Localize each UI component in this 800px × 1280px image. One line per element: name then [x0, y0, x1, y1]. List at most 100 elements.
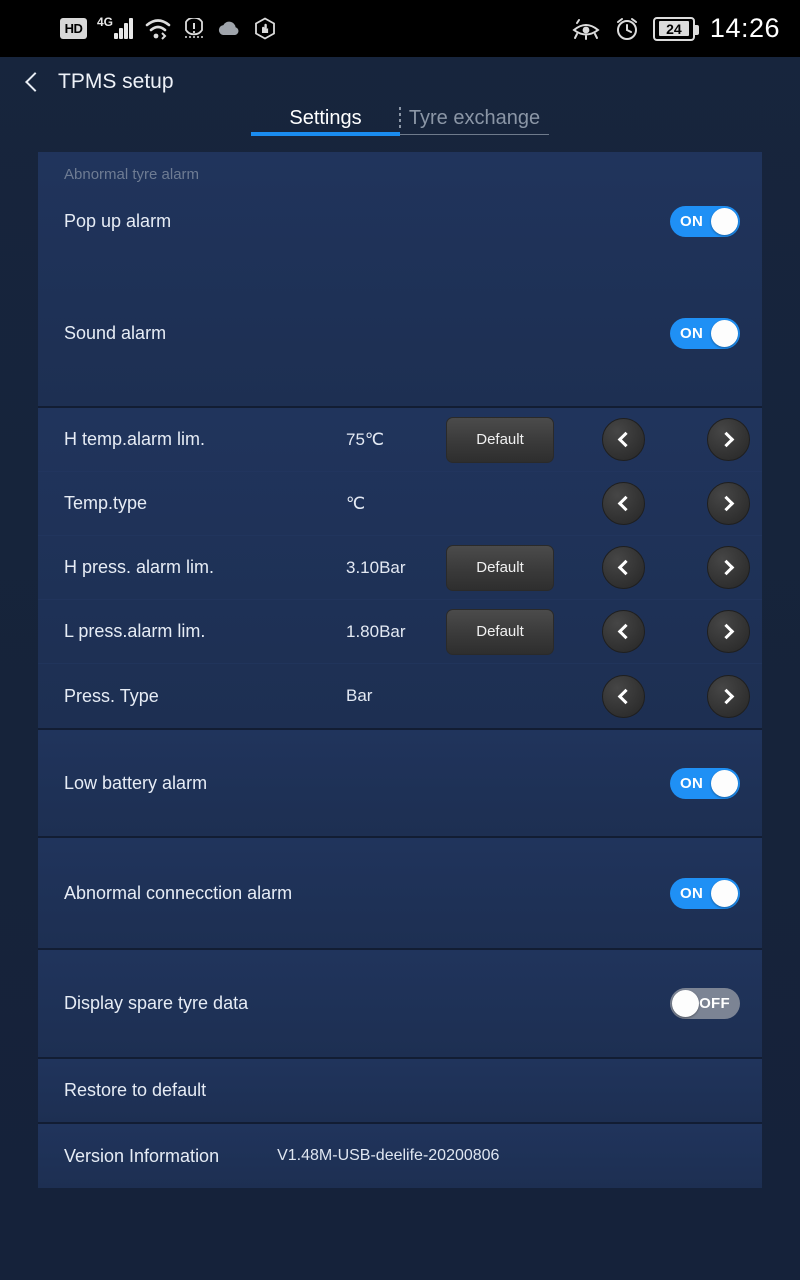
- next-button[interactable]: [707, 482, 750, 525]
- row-value: ℃: [346, 493, 366, 513]
- chevron-right-icon: [718, 431, 735, 448]
- status-bar-right-icons: 24 14:26: [571, 13, 780, 44]
- row-abnormal-connection-alarm[interactable]: Abnormal connecction alarm ON: [38, 838, 762, 948]
- page-title: TPMS setup: [58, 70, 174, 93]
- eye-off-icon: [571, 18, 601, 40]
- tab-tyre-exchange[interactable]: Tyre exchange: [400, 107, 549, 136]
- hand-brake-icon: [253, 16, 277, 41]
- row-h-temp-alarm-lim[interactable]: H temp.alarm lim. 75℃ Default: [38, 408, 762, 472]
- toggle-state-label: ON: [680, 213, 704, 230]
- app-header: TPMS setup: [0, 57, 800, 107]
- row-display-spare-tyre-data[interactable]: Display spare tyre data OFF: [38, 950, 762, 1057]
- next-button[interactable]: [707, 418, 750, 461]
- next-button[interactable]: [707, 674, 750, 718]
- row-sound-alarm[interactable]: Sound alarm ON: [38, 260, 762, 406]
- signal-bar-4: [129, 18, 133, 39]
- previous-button[interactable]: [602, 546, 645, 589]
- toggle-knob: [711, 208, 738, 235]
- group-version-information: Version Information V1.48M-USB-deelife-2…: [38, 1124, 762, 1188]
- row-label: Pop up alarm: [64, 211, 172, 231]
- toggle-state-label: ON: [680, 884, 704, 902]
- hd-icon: HD: [60, 18, 87, 39]
- row-value: 3.10Bar: [346, 557, 406, 577]
- row-label: Temp.type: [64, 493, 148, 513]
- toggle-display-spare-tyre-data[interactable]: OFF: [670, 988, 740, 1019]
- battery-level-label: 24: [658, 21, 689, 37]
- row-label: H press. alarm lim.: [64, 557, 215, 577]
- tab-active-underline: [251, 132, 400, 136]
- row-pop-up-alarm[interactable]: Pop up alarm ON: [38, 183, 762, 260]
- network-type-label: 4G: [97, 15, 114, 29]
- status-bar-left-icons: HD 4G: [60, 15, 277, 41]
- alarm-clock-icon: [614, 16, 640, 42]
- toggle-low-battery-alarm[interactable]: ON: [670, 767, 740, 799]
- row-label: Restore to default: [64, 1080, 207, 1100]
- clock-time: 14:26: [709, 13, 780, 43]
- settings-panel: Abnormal tyre alarm Pop up alarm ON Soun…: [38, 152, 762, 1188]
- status-bar: HD 4G 24 14:26: [0, 0, 800, 57]
- row-label: L press.alarm lim.: [64, 621, 206, 641]
- toggle-knob: [711, 769, 738, 797]
- row-l-press-alarm-lim[interactable]: L press.alarm lim. 1.80Bar Default: [38, 600, 762, 664]
- next-button[interactable]: [707, 546, 750, 589]
- row-label: H temp.alarm lim.: [64, 429, 206, 449]
- group-title: Abnormal tyre alarm: [64, 166, 200, 183]
- default-button[interactable]: Default: [446, 544, 554, 591]
- row-value: 1.80Bar: [346, 621, 406, 641]
- battery-icon: 24: [652, 16, 699, 41]
- wifi-icon: [144, 18, 172, 40]
- chevron-right-icon: [718, 559, 735, 576]
- previous-button[interactable]: [602, 418, 645, 461]
- signal-bar-2: [119, 28, 123, 39]
- row-h-press-alarm-lim[interactable]: H press. alarm lim. 3.10Bar Default: [38, 536, 762, 600]
- chevron-right-icon: [718, 688, 735, 704]
- row-value: 75℃: [346, 429, 385, 449]
- tyre-pressure-warning-icon: [183, 17, 205, 40]
- toggle-state-label: ON: [680, 324, 704, 342]
- chevron-left-icon: [617, 623, 634, 640]
- previous-button[interactable]: [602, 674, 645, 718]
- toggle-sound-alarm[interactable]: ON: [670, 317, 740, 349]
- row-press-type[interactable]: Press. Type Bar: [38, 664, 762, 728]
- toggle-state-label: ON: [680, 774, 704, 792]
- chevron-left-icon: [617, 688, 634, 704]
- tpms-setup-screen: HD 4G 24 14:26 TPMS setup Settings Tyre …: [0, 0, 800, 1280]
- row-label: Version Information: [64, 1145, 220, 1166]
- tab-baseline: [400, 134, 549, 135]
- chevron-left-icon: [617, 559, 634, 576]
- row-label: Low battery alarm: [64, 772, 208, 793]
- previous-button[interactable]: [602, 610, 645, 653]
- default-button[interactable]: Default: [446, 416, 554, 463]
- chevron-right-icon: [718, 623, 735, 640]
- toggle-abnormal-connection-alarm[interactable]: ON: [670, 877, 740, 909]
- tab-divider-icon: [399, 107, 401, 129]
- group-low-battery-alarm: Low battery alarm ON: [38, 730, 762, 838]
- row-value: Bar: [346, 686, 373, 705]
- toggle-knob: [711, 319, 738, 347]
- signal-icon: 4G: [97, 15, 133, 39]
- toggle-knob: [672, 990, 699, 1017]
- next-button[interactable]: [707, 610, 750, 653]
- default-button[interactable]: Default: [446, 608, 554, 655]
- chevron-left-icon: [617, 495, 634, 512]
- tab-bar: Settings Tyre exchange: [0, 107, 800, 143]
- chevron-right-icon: [718, 495, 735, 512]
- group-display-spare-tyre-data: Display spare tyre data OFF: [38, 950, 762, 1059]
- row-restore-to-default[interactable]: Restore to default: [38, 1059, 762, 1122]
- back-chevron-icon[interactable]: [25, 72, 45, 92]
- toggle-knob: [711, 879, 738, 907]
- version-value: V1.48M-USB-deelife-20200806: [277, 1147, 500, 1164]
- row-label: Display spare tyre data: [64, 993, 249, 1013]
- signal-bar-3: [124, 23, 128, 39]
- group-restore-to-default: Restore to default: [38, 1059, 762, 1124]
- chevron-left-icon: [617, 431, 634, 448]
- toggle-state-label: OFF: [699, 995, 730, 1012]
- row-label: Abnormal connecction alarm: [64, 882, 293, 903]
- toggle-pop-up-alarm[interactable]: ON: [670, 206, 740, 237]
- row-low-battery-alarm[interactable]: Low battery alarm ON: [38, 730, 762, 836]
- previous-button[interactable]: [602, 482, 645, 525]
- row-temp-type[interactable]: Temp.type ℃: [38, 472, 762, 536]
- signal-bar-1: [114, 33, 118, 39]
- row-label: Sound alarm: [64, 322, 167, 343]
- group-abnormal-connection-alarm: Abnormal connecction alarm ON: [38, 838, 762, 950]
